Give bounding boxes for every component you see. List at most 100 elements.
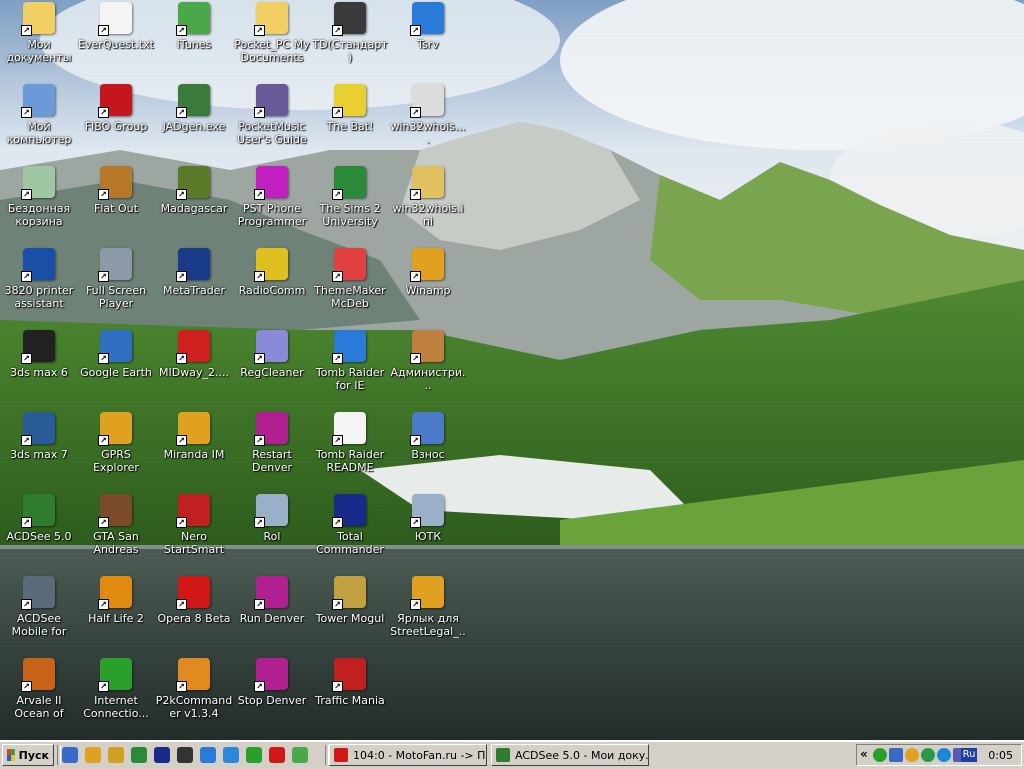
shortcut-label: Tsrv xyxy=(417,38,439,51)
desktop-shortcut[interactable]: ↗ ACDSee 5.0 xyxy=(0,492,78,572)
browser-icon[interactable] xyxy=(85,747,101,763)
globe-icon[interactable] xyxy=(223,747,239,763)
ie-icon: ↗ xyxy=(332,330,366,364)
desktop-shortcut[interactable]: ↗ EverQuest.txt xyxy=(77,0,155,80)
opera-icon[interactable] xyxy=(269,747,285,763)
desktop-shortcut[interactable]: ↗ Мой компьютер xyxy=(0,82,78,162)
desktop-shortcut[interactable]: ↗ ThemeMaker McDeb xyxy=(311,246,389,326)
desktop-shortcut[interactable]: ↗ Full Screen Player xyxy=(77,246,155,326)
desktop-shortcut[interactable]: ↗ The Bat! xyxy=(311,82,389,162)
desktop-shortcut[interactable]: ↗ Flat Out xyxy=(77,164,155,244)
opera-icon: ↗ xyxy=(176,576,210,610)
desktop-shortcut[interactable]: ↗ P2kCommander v1.3.4 xyxy=(155,656,233,736)
desktop[interactable]: ↗ Мои документы ↗ Мой компьютер ↗ Бездонная к… xyxy=(0,0,1024,740)
shortcut-arrow-icon: ↗ xyxy=(176,25,187,36)
desktop-shortcut[interactable]: ↗ RadioComm xyxy=(233,246,311,326)
desktop-shortcut[interactable]: ↗ Tsrv xyxy=(389,0,467,80)
desktop-shortcut[interactable]: ↗ GTA San Andreas xyxy=(77,492,155,572)
desktop-shortcut[interactable]: ↗ Total Commander xyxy=(311,492,389,572)
shortcut-label: Traffic Mania xyxy=(315,694,385,707)
desktop-shortcut[interactable]: ↗ Бездонная корзина xyxy=(0,164,78,244)
desktop-shortcut[interactable]: ↗ Tower Mogul xyxy=(311,574,389,654)
desktop-shortcut[interactable]: ↗ iTunes xyxy=(155,0,233,80)
desktop-shortcut[interactable]: ↗ Pocket_PC My Documents xyxy=(233,0,311,80)
globe-icon[interactable] xyxy=(937,748,951,762)
desktop-shortcut[interactable]: ↗ Winamp xyxy=(389,246,467,326)
desktop-shortcut[interactable]: ↗ win32whois.... xyxy=(389,82,467,162)
chart-icon: ↗ xyxy=(176,248,210,282)
desktop-shortcut[interactable]: ↗ MIDway_2.... xyxy=(155,328,233,408)
shortcut-label: Бездонная корзина xyxy=(7,202,71,228)
itunes-icon[interactable] xyxy=(292,747,308,763)
windows-flag-icon xyxy=(7,749,15,761)
show-desktop-icon[interactable] xyxy=(62,747,78,763)
shortcut-label: RegCleaner xyxy=(240,366,304,379)
network-icon: ↗ xyxy=(410,494,444,528)
winamp-icon: ↗ xyxy=(410,248,444,282)
desktop-shortcut[interactable]: ↗ Traffic Mania xyxy=(311,656,389,736)
film-icon[interactable] xyxy=(177,747,193,763)
network-icon[interactable] xyxy=(889,748,903,762)
desktop-shortcut[interactable]: ↗ Miranda IM xyxy=(155,410,233,490)
clock[interactable]: 0:05 xyxy=(988,749,1013,762)
desktop-shortcut[interactable]: ↗ ACDSee Mobile for Windows... xyxy=(0,574,78,654)
desktop-shortcut[interactable]: ↗ Half Life 2 xyxy=(77,574,155,654)
shortcut-label: Tomb Raider for IE xyxy=(315,366,385,392)
taskbar-task-button[interactable]: 104:0 - MotoFan.ru -> П... xyxy=(329,744,487,766)
shortcut-arrow-icon: ↗ xyxy=(332,599,343,610)
desktop-shortcut[interactable]: ↗ Madagascar xyxy=(155,164,233,244)
desktop-shortcut[interactable]: ↗ The Sims 2 University xyxy=(311,164,389,244)
desktop-shortcut[interactable]: ↗ win32whois.ini xyxy=(389,164,467,244)
theme-icon: ↗ xyxy=(332,248,366,282)
desktop-shortcut[interactable]: ↗ PST Phone Programmer xyxy=(233,164,311,244)
shortcut-arrow-icon: ↗ xyxy=(254,25,265,36)
desktop-shortcut[interactable]: ↗ Nero StartSmart xyxy=(155,492,233,572)
floppy-icon[interactable] xyxy=(154,747,170,763)
shortcut-arrow-icon: ↗ xyxy=(254,271,265,282)
language-indicator[interactable]: Ru xyxy=(961,748,977,762)
flatout-icon: ↗ xyxy=(98,166,132,200)
desktop-shortcut[interactable]: ↗ Мои документы xyxy=(0,0,78,80)
desktop-shortcut[interactable]: ↗ Internet Connectio... xyxy=(77,656,155,736)
shortcut-label: Ярлык для StreetLegal_... xyxy=(390,612,466,638)
desktop-shortcut[interactable]: ↗ Restart Denver xyxy=(233,410,311,490)
chat-icon[interactable] xyxy=(905,748,919,762)
desktop-shortcut[interactable]: ↗ 3ds max 6 xyxy=(0,328,78,408)
desktop-shortcut[interactable]: ↗ Администри... xyxy=(389,328,467,408)
desktop-shortcut[interactable]: ↗ RegCleaner xyxy=(233,328,311,408)
desktop-shortcut[interactable]: ↗ ЮТК xyxy=(389,492,467,572)
desktop-shortcut[interactable]: ↗ FIBO Group xyxy=(77,82,155,162)
desktop-shortcut[interactable]: ↗ 3ds max 7 xyxy=(0,410,78,490)
desktop-shortcut[interactable]: ↗ Tomb Raider README xyxy=(311,410,389,490)
media-icon[interactable] xyxy=(131,747,147,763)
shortcut-label: win32whois.... xyxy=(390,120,466,146)
desktop-shortcut[interactable]: ↗ PocketMusic User's Guide xyxy=(233,82,311,162)
shortcut-label: GPRS Explorer xyxy=(93,448,139,474)
pencil-icon[interactable] xyxy=(108,747,124,763)
desktop-shortcut[interactable]: ↗ Rol xyxy=(233,492,311,572)
desktop-shortcut[interactable]: ↗ Arvale II Ocean of Time xyxy=(0,656,78,736)
desktop-shortcut[interactable]: ↗ MetaTrader xyxy=(155,246,233,326)
desktop-shortcut[interactable]: ↗ Google Earth xyxy=(77,328,155,408)
shortcut-label: ACDSee 5.0 xyxy=(6,530,72,543)
traffic-icon: ↗ xyxy=(332,658,366,692)
desktop-shortcut[interactable]: ↗ Взнос xyxy=(389,410,467,490)
desktop-shortcut[interactable]: ↗ JADgen.exe xyxy=(155,82,233,162)
shortcut-arrow-icon: ↗ xyxy=(176,599,187,610)
desktop-shortcut[interactable]: ↗ GPRS Explorer xyxy=(77,410,155,490)
desktop-shortcut[interactable]: ↗ Run Denver xyxy=(233,574,311,654)
desktop-shortcut[interactable]: ↗ Opera 8 Beta xyxy=(155,574,233,654)
green-circle-icon[interactable] xyxy=(921,748,935,762)
green-circle-icon[interactable] xyxy=(246,747,262,763)
start-button[interactable]: Пуск xyxy=(2,744,54,766)
tray-expand-button[interactable]: « xyxy=(860,747,868,761)
ie-icon[interactable] xyxy=(200,747,216,763)
desktop-shortcut[interactable]: ↗ TD(Стандарт) xyxy=(311,0,389,80)
taskbar-task-button[interactable]: ACDSee 5.0 - Мои доку... xyxy=(491,744,649,766)
desktop-shortcut[interactable]: ↗ 3820 printer assistant xyxy=(0,246,78,326)
car-icon: ↗ xyxy=(410,576,444,610)
desktop-shortcut[interactable]: ↗ Tomb Raider for IE xyxy=(311,328,389,408)
desktop-shortcut[interactable]: ↗ Stop Denver xyxy=(233,656,311,736)
desktop-shortcut[interactable]: ↗ Ярлык для StreetLegal_... xyxy=(389,574,467,654)
tray-app-icon[interactable] xyxy=(873,748,887,762)
